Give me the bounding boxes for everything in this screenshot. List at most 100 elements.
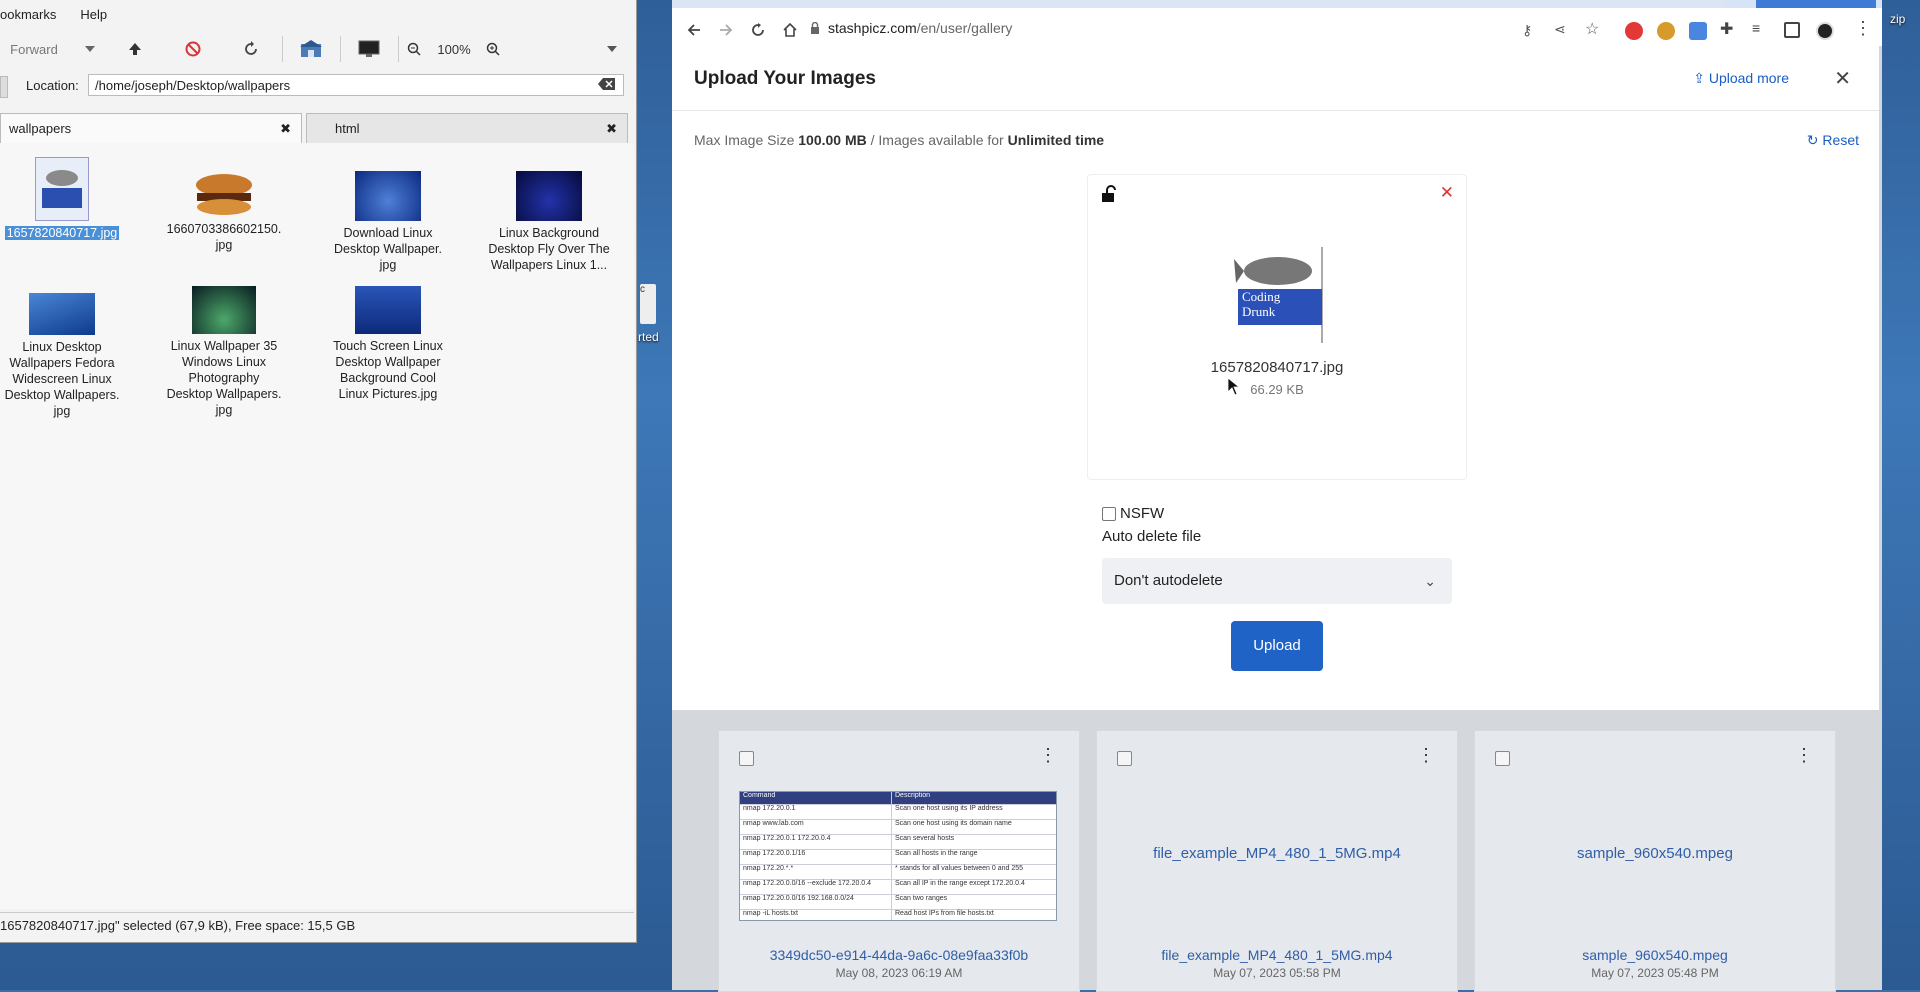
tab-html[interactable]: html ✖	[306, 113, 628, 143]
url-domain: stashpicz.com	[828, 20, 917, 36]
home-icon[interactable]	[298, 28, 324, 70]
select-checkbox[interactable]	[1495, 751, 1510, 766]
file-label: Touch Screen Linux Desktop Wallpaper Bac…	[333, 339, 443, 401]
cheatsheet-thumbnail: Command Description nmap 172.20.0.1 Scan o…	[739, 791, 1057, 921]
unlock-icon[interactable]	[1100, 185, 1118, 208]
file-label: 1660703386602150. jpg	[166, 222, 282, 252]
file-item[interactable]: Touch Screen Linux Desktop Wallpaper Bac…	[318, 286, 458, 402]
upload-more-button[interactable]: ⇪ Upload more	[1693, 70, 1789, 87]
more-options-icon[interactable]: ⋮	[1039, 745, 1057, 766]
more-options-icon[interactable]: ⋮	[1417, 745, 1435, 766]
nsfw-checkbox[interactable]	[1102, 506, 1116, 521]
image-thumbnail	[516, 171, 582, 221]
other-tab[interactable]	[1756, 0, 1876, 8]
share-icon[interactable]: ⋖	[1554, 21, 1566, 38]
tab-wallpapers[interactable]: wallpapers ✖	[0, 113, 302, 143]
location-toggle-button[interactable]	[0, 76, 8, 98]
file-label: Linux Desktop Wallpapers Fedora Widescre…	[4, 340, 120, 418]
remove-icon[interactable]: ✕	[1440, 183, 1454, 203]
gallery-card[interactable]: ⋮ Command Description nmap 172.20.0.1 Scan…	[718, 730, 1080, 992]
upload-button[interactable]: Upload	[1231, 621, 1323, 671]
address-bar-row: stashpicz.com/en/user/gallery ⚷ ⋖ ☆ ✚ ≡ …	[672, 8, 1882, 46]
close-tab-icon[interactable]: ✖	[606, 121, 617, 137]
file-label: Linux Background Desktop Fly Over The Wa…	[488, 226, 610, 272]
file-item[interactable]: Download Linux Desktop Wallpaper. jpg	[318, 171, 458, 273]
tab-strip	[672, 0, 1882, 8]
close-icon[interactable]: ✕	[1834, 66, 1851, 91]
image-thumbnail	[29, 293, 95, 335]
reload-icon[interactable]	[240, 28, 262, 70]
preview-text-1: Coding	[1242, 289, 1281, 304]
more-options-icon[interactable]: ⋮	[1795, 745, 1813, 766]
reset-icon: ↻	[1806, 132, 1819, 148]
image-thumbnail	[355, 286, 421, 334]
auto-delete-label: Auto delete file	[1102, 528, 1202, 545]
location-input[interactable]: /home/joseph/Desktop/wallpapers	[88, 74, 624, 96]
nsfw-option[interactable]: NSFW	[1102, 505, 1164, 522]
zoom-in-icon[interactable]	[483, 28, 503, 70]
file-item[interactable]: Linux Background Desktop Fly Over The Wa…	[479, 171, 619, 273]
chevron-down-icon: ⌄	[1424, 573, 1436, 589]
image-thumbnail	[355, 171, 421, 221]
sidepanel-icon[interactable]	[1784, 22, 1800, 38]
adblock-icon[interactable]	[1625, 22, 1643, 40]
stop-icon[interactable]	[182, 28, 204, 70]
clear-location-icon[interactable]	[598, 78, 616, 93]
active-tab[interactable]	[672, 0, 1724, 8]
up-arrow-icon[interactable]	[124, 28, 146, 70]
menu-icon[interactable]: ⋮	[1854, 18, 1872, 39]
upload-more-label: Upload more	[1708, 70, 1789, 86]
gallery-item-date: May 07, 2023 05:48 PM	[1591, 966, 1719, 980]
upload-preview-card: ✕ Coding Drunk 1657820840717.jpg 66.29 K…	[1087, 174, 1467, 480]
key-icon[interactable]: ⚷	[1522, 22, 1532, 39]
gallery-item-name[interactable]: 3349dc50-e914-44da-9a6c-08e9faa33f0b	[719, 947, 1079, 963]
auto-delete-select[interactable]: Don't autodelete ⌄	[1102, 558, 1452, 604]
gallery-item-date: May 07, 2023 05:58 PM	[1213, 966, 1341, 980]
media-icon[interactable]: ≡	[1752, 20, 1760, 36]
forward-icon[interactable]	[714, 18, 738, 42]
file-manager-window: ookmarks Help Forward 100% Location: /ho…	[0, 0, 637, 943]
back-icon[interactable]	[682, 18, 706, 42]
upload-info: Max Image Size 100.00 MB / Images availa…	[694, 132, 1104, 148]
menu-bookmarks[interactable]: ookmarks	[0, 7, 56, 22]
image-thumbnail	[35, 157, 89, 221]
avatar[interactable]	[1816, 22, 1834, 40]
url-field[interactable]: stashpicz.com/en/user/gallery	[828, 20, 1012, 36]
gallery-card[interactable]: ⋮ file_example_MP4_480_1_5MG.mp4 file_ex…	[1096, 730, 1458, 992]
home-icon[interactable]	[778, 18, 802, 42]
file-item[interactable]: 1660703386602150. jpg	[154, 173, 294, 253]
menubar: ookmarks Help	[0, 0, 636, 28]
file-label: Linux Wallpaper 35 Windows Linux Photogr…	[166, 339, 282, 417]
file-grid: 1657820840717.jpg 1660703386602150. jpg …	[0, 143, 634, 909]
toolbar-overflow-icon[interactable]	[602, 28, 622, 70]
gallery-item-name[interactable]: sample_960x540.mpeg	[1475, 947, 1835, 963]
menu-help[interactable]: Help	[80, 7, 107, 22]
close-tab-icon[interactable]: ✖	[280, 121, 291, 137]
extension-icon[interactable]	[1657, 22, 1675, 40]
location-bar: Location: /home/joseph/Desktop/wallpaper…	[0, 70, 636, 102]
zoom-out-icon[interactable]	[404, 28, 424, 70]
reset-button[interactable]: ↻ Reset	[1807, 132, 1859, 149]
translate-icon[interactable]	[1689, 22, 1707, 40]
file-item[interactable]: 1657820840717.jpg	[0, 157, 132, 241]
select-checkbox[interactable]	[1117, 751, 1132, 766]
puzzle-icon[interactable]: ✚	[1720, 19, 1733, 39]
forward-button[interactable]: Forward	[8, 28, 60, 70]
chevron-down-icon[interactable]	[80, 28, 100, 70]
preview-image: Coding Drunk	[1232, 247, 1326, 343]
desktop-file-icon[interactable]: c	[640, 284, 656, 324]
star-icon[interactable]: ☆	[1585, 19, 1599, 39]
nsfw-label: NSFW	[1120, 505, 1165, 522]
gallery-card[interactable]: ⋮ sample_960x540.mpeg sample_960x540.mpe…	[1474, 730, 1836, 992]
reset-label: Reset	[1822, 132, 1859, 148]
site-info-icon[interactable]	[810, 21, 820, 37]
preview-filename: 1657820840717.jpg	[1210, 359, 1344, 376]
fm-tab-strip: wallpapers ✖ html ✖	[0, 113, 636, 143]
preview-text-2: Drunk	[1242, 304, 1276, 319]
reload-icon[interactable]	[746, 18, 770, 42]
computer-icon[interactable]	[356, 28, 382, 70]
file-item[interactable]: Linux Desktop Wallpapers Fedora Widescre…	[0, 293, 132, 419]
gallery-item-name[interactable]: file_example_MP4_480_1_5MG.mp4	[1097, 947, 1457, 963]
select-checkbox[interactable]	[739, 751, 754, 766]
file-item[interactable]: Linux Wallpaper 35 Windows Linux Photogr…	[154, 286, 294, 418]
